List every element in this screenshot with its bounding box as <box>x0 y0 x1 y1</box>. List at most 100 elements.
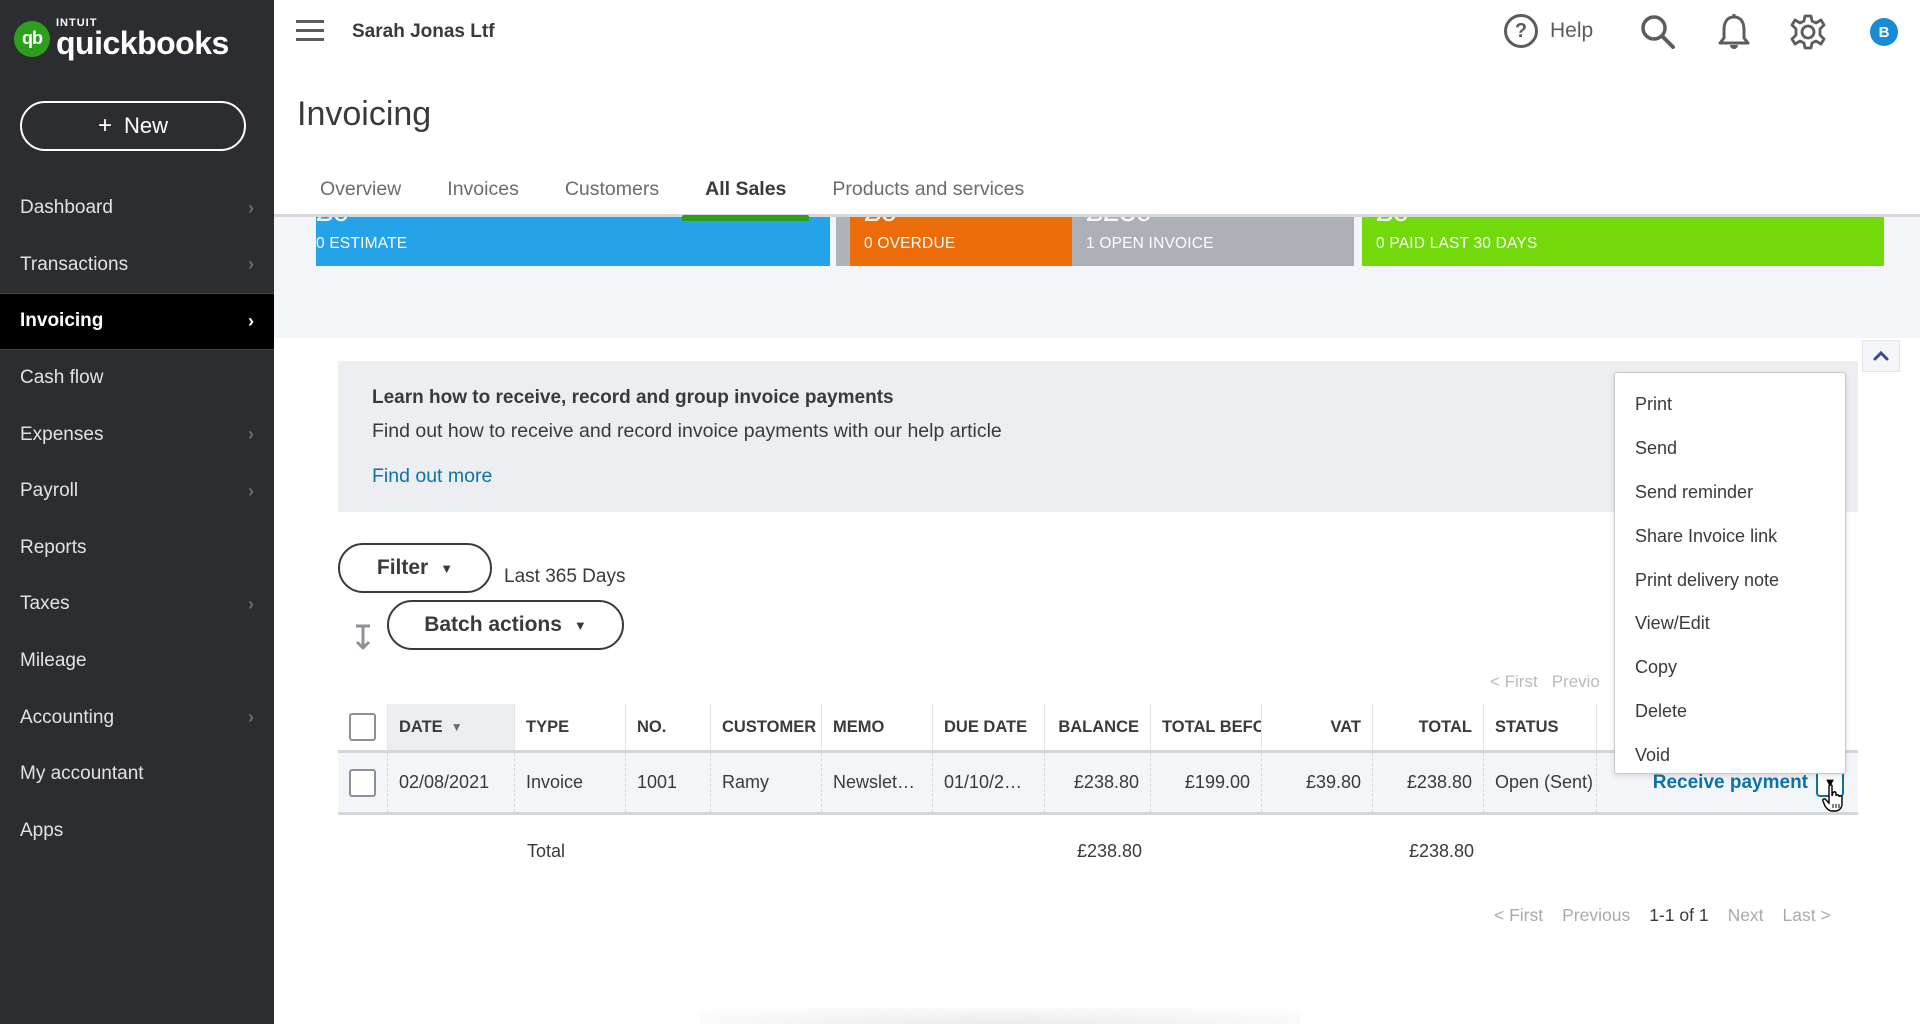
chevron-right-icon: › <box>248 424 254 445</box>
sidebar-item-accounting[interactable]: Accounting › <box>0 689 274 746</box>
hamburger-menu-icon[interactable] <box>296 20 324 42</box>
cell-due-date: 01/10/2… <box>933 753 1045 812</box>
col-memo[interactable]: MEMO <box>822 704 933 750</box>
open-invoice-card[interactable]: £239 1 OPEN INVOICE <box>1072 217 1354 266</box>
row-select-cell <box>338 753 388 812</box>
totals-label: Total <box>527 841 566 861</box>
col-vat[interactable]: VAT <box>1262 704 1373 750</box>
batch-actions-label: Batch actions <box>424 613 562 636</box>
chevron-right-icon: › <box>248 197 254 218</box>
col-total-before-vat[interactable]: TOTAL BEFC <box>1151 704 1262 750</box>
quickbooks-logo[interactable]: qb INTUIT quickbooks <box>14 18 229 59</box>
row-checkbox[interactable] <box>349 768 376 797</box>
cell-customer: Ramy <box>711 753 822 812</box>
col-customer[interactable]: CUSTOMER <box>711 704 822 750</box>
pager-range: 1-1 of 1 <box>1649 905 1709 925</box>
tab-invoices[interactable]: Invoices <box>424 172 542 215</box>
sidebar-item-transactions[interactable]: Transactions › <box>0 237 274 294</box>
cell-no: 1001 <box>626 753 711 812</box>
pager-next[interactable]: Next <box>1728 905 1764 925</box>
open-amount: £239 <box>1086 217 1153 229</box>
col-balance[interactable]: BALANCE <box>1045 704 1151 750</box>
bell-icon[interactable] <box>1714 12 1754 52</box>
sidebar: qb INTUIT quickbooks + New Dashboard › Tra… <box>0 0 274 1024</box>
search-icon[interactable] <box>1638 12 1678 52</box>
menu-item-send-reminder[interactable]: Send reminder <box>1615 471 1845 515</box>
overdue-card[interactable]: £0 0 OVERDUE <box>850 217 1072 266</box>
menu-item-share-invoice-link[interactable]: Share Invoice link <box>1615 514 1845 558</box>
menu-item-void[interactable]: Void <box>1615 733 1845 777</box>
pager-previous[interactable]: Previo <box>1552 672 1600 691</box>
col-no[interactable]: NO. <box>626 704 711 750</box>
tab-all-sales[interactable]: All Sales <box>682 172 810 221</box>
col-date[interactable]: DATE ▼ <box>388 704 515 750</box>
find-out-more-link[interactable]: Find out more <box>372 465 492 488</box>
col-type[interactable]: TYPE <box>515 704 626 750</box>
select-all-checkbox[interactable] <box>349 713 376 741</box>
pager-previous[interactable]: Previous <box>1562 905 1630 925</box>
chevron-right-icon: › <box>248 593 254 614</box>
caret-down-icon: ▼ <box>440 560 454 576</box>
sidebar-item-mileage[interactable]: Mileage <box>0 633 274 690</box>
tab-customers[interactable]: Customers <box>542 172 682 215</box>
open-label: 1 OPEN INVOICE <box>1086 235 1214 252</box>
avatar[interactable]: B <box>1870 18 1898 46</box>
filter-label: Filter <box>376 556 429 579</box>
sidebar-item-taxes[interactable]: Taxes › <box>0 576 274 633</box>
col-due-date[interactable]: DUE DATE <box>933 704 1045 750</box>
chevron-right-icon: › <box>248 310 254 331</box>
col-total[interactable]: TOTAL <box>1373 704 1484 750</box>
cell-total: £238.80 <box>1373 753 1484 812</box>
sidebar-item-apps[interactable]: Apps <box>0 803 274 860</box>
cell-date: 02/08/2021 <box>388 753 515 812</box>
paid-amount: £0 <box>1376 217 1409 229</box>
menu-item-send[interactable]: Send <box>1615 427 1845 471</box>
sidebar-item-label: Accounting <box>20 706 115 728</box>
tab-overview[interactable]: Overview <box>297 172 424 215</box>
menu-item-print-delivery-note[interactable]: Print delivery note <box>1615 558 1845 602</box>
pager-first[interactable]: < First <box>1490 672 1538 691</box>
banner-text: Find out how to receive and record invoi… <box>372 420 1002 442</box>
help-button[interactable]: ? Help <box>1504 14 1593 48</box>
estimate-amount: £0 <box>316 217 349 229</box>
estimate-card[interactable]: £0 0 ESTIMATE <box>316 217 830 266</box>
batch-actions-button[interactable]: Batch actions ▼ <box>387 600 624 650</box>
caret-down-icon: ▼ <box>573 617 587 633</box>
tab-products-and-services[interactable]: Products and services <box>809 172 1047 215</box>
menu-item-print[interactable]: Print <box>1615 383 1845 427</box>
sidebar-item-cash-flow[interactable]: Cash flow <box>0 350 274 407</box>
sidebar-item-invoicing[interactable]: Invoicing › <box>0 293 274 350</box>
sidebar-item-reports[interactable]: Reports <box>0 520 274 577</box>
paid-card[interactable]: £0 0 PAID LAST 30 DAYS <box>1362 217 1884 266</box>
overdue-amount: £0 <box>864 217 897 229</box>
chevron-right-icon: › <box>248 254 254 275</box>
col-status[interactable]: STATUS <box>1484 704 1597 750</box>
batch-select-arrow-icon[interactable] <box>352 622 374 652</box>
banner-title: Learn how to receive, record and group i… <box>372 387 894 408</box>
sidebar-item-label: Reports <box>20 536 87 558</box>
sidebar-nav: Dashboard › Transactions › Invoicing › Cash fl… <box>0 180 274 859</box>
gear-icon[interactable] <box>1788 12 1828 52</box>
pager-first[interactable]: < First <box>1494 905 1543 925</box>
row-actions-menu: Print Send Send reminder Share Invoice link… <box>1614 372 1846 774</box>
bottom-shadow <box>700 1008 1300 1024</box>
company-name: Sarah Jonas Ltf <box>352 21 495 42</box>
new-button[interactable]: + New <box>20 101 246 151</box>
menu-item-copy[interactable]: Copy <box>1615 646 1845 690</box>
totals-row: Total £238.80 £238.80 <box>338 838 1858 868</box>
totals-total: £238.80 <box>1409 841 1475 861</box>
totals-balance: £238.80 <box>1077 841 1143 861</box>
menu-item-delete[interactable]: Delete <box>1615 690 1845 734</box>
cell-status: Open (Sent) <box>1484 753 1597 812</box>
money-bar: £0 0 ESTIMATE £0 0 OVERDUE £239 1 OPEN I… <box>316 217 1884 266</box>
menu-item-view-edit[interactable]: View/Edit <box>1615 602 1845 646</box>
sidebar-item-dashboard[interactable]: Dashboard › <box>0 180 274 237</box>
filter-button[interactable]: Filter ▼ <box>338 543 492 593</box>
page-title: Invoicing <box>297 95 432 133</box>
chevron-right-icon: › <box>248 707 254 728</box>
sidebar-item-expenses[interactable]: Expenses › <box>0 406 274 463</box>
sidebar-item-my-accountant[interactable]: My accountant <box>0 746 274 803</box>
pager-last[interactable]: Last > <box>1783 905 1831 925</box>
sidebar-item-payroll[interactable]: Payroll › <box>0 463 274 520</box>
collapse-chevron-up-icon[interactable] <box>1862 340 1900 372</box>
